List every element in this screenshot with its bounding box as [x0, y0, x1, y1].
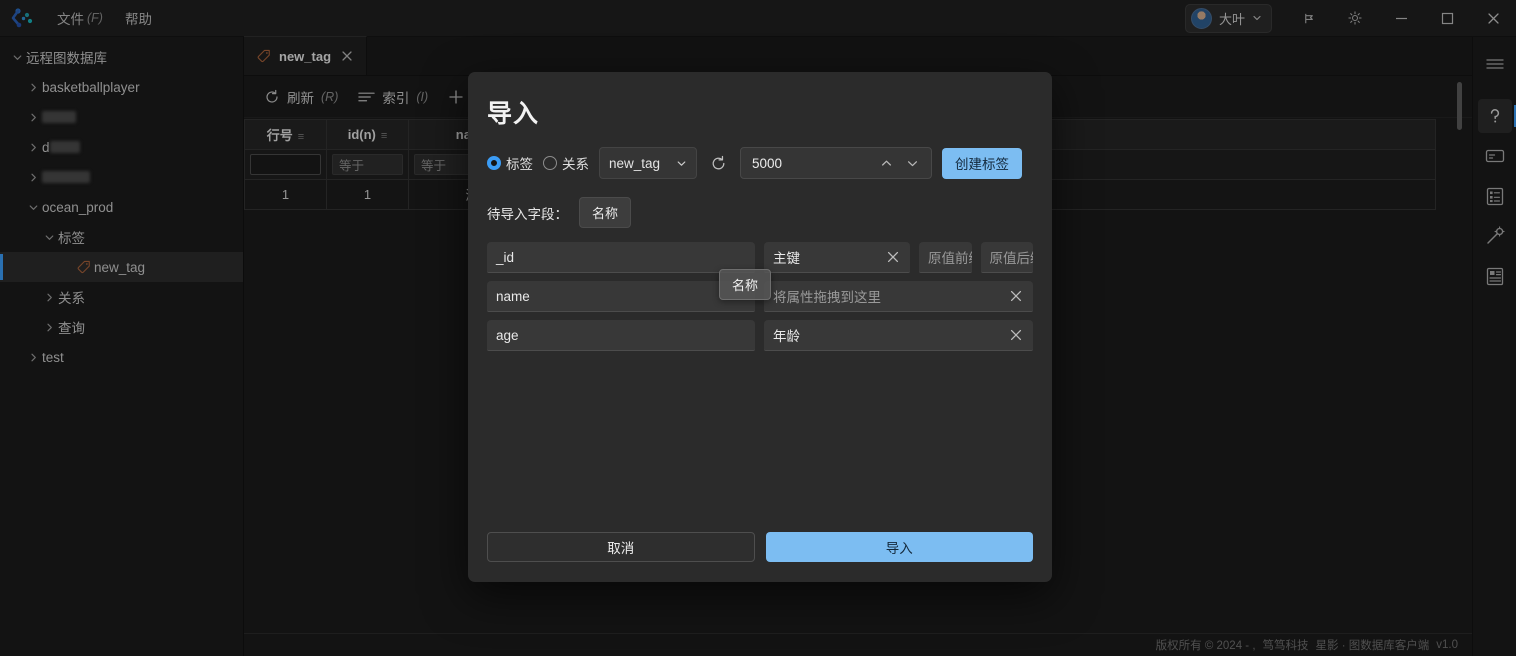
dialog-title: 导入 — [487, 94, 1052, 130]
radio-relation-indicator — [543, 156, 557, 170]
dialog-controls-row: 标签 关系 new_tag 5000 创建 — [487, 147, 1052, 179]
chevron-down-icon[interactable] — [899, 150, 925, 176]
mapping-target-label: 将属性拖拽到这里 — [773, 286, 881, 306]
refresh-icon[interactable] — [707, 152, 730, 175]
create-tag-button[interactable]: 创建标签 — [942, 148, 1022, 179]
mapping-source-field[interactable]: name — [487, 281, 755, 312]
extra-label: 原值前缀（可选） — [928, 247, 972, 267]
batch-size-input[interactable]: 5000 — [740, 147, 932, 179]
import-button[interactable]: 导入 — [766, 532, 1034, 562]
mapping-target-dropzone[interactable]: 将属性拖拽到这里 — [764, 281, 1033, 312]
radio-tag-label: 标签 — [506, 153, 533, 173]
mapping-target-label: 年龄 — [773, 325, 800, 345]
radio-option-relation[interactable]: 关系 — [543, 153, 589, 173]
mapping-target-dropzone[interactable]: 主键 — [764, 242, 910, 273]
mapping-target-dropzone[interactable]: 年龄 — [764, 320, 1033, 351]
mapping-source-label: name — [496, 289, 530, 304]
close-icon[interactable] — [1008, 288, 1024, 304]
value-suffix-input[interactable]: 原值后缀（可选） — [981, 242, 1034, 273]
close-icon[interactable] — [1008, 327, 1024, 343]
radio-relation-label: 关系 — [562, 153, 589, 173]
chevron-down-icon — [676, 158, 687, 169]
chevron-up-icon[interactable] — [873, 150, 899, 176]
fields-label: 待导入字段： — [487, 203, 568, 223]
field-chip-name[interactable]: 名称 — [579, 197, 631, 228]
tag-select-value: new_tag — [609, 156, 660, 171]
cancel-button[interactable]: 取消 — [487, 532, 755, 562]
close-icon[interactable] — [885, 249, 901, 265]
value-prefix-input[interactable]: 原值前缀（可选） — [919, 242, 972, 273]
field-mapping-area: _id主键原值前缀（可选）原值后缀（可选）name将属性拖拽到这里age年龄 名… — [487, 242, 1033, 532]
field-mapping-row: _id 主键 原值前缀（可选） 原值后缀（可选） — [487, 242, 1033, 273]
batch-size-value: 5000 — [752, 156, 873, 171]
mapping-source-field[interactable]: age — [487, 320, 755, 351]
field-mapping-row: age 年龄 — [487, 320, 1033, 351]
dialog-actions: 取消 导入 — [468, 532, 1052, 582]
extra-label: 原值后缀（可选） — [990, 247, 1034, 267]
field-mapping-row: name 将属性拖拽到这里 — [487, 281, 1033, 312]
mapping-source-field[interactable]: _id — [487, 242, 755, 273]
mapping-source-label: age — [496, 328, 519, 343]
import-dialog: 导入 标签 关系 new_tag 5000 — [468, 72, 1052, 582]
available-fields-row: 待导入字段： 名称 — [487, 197, 1052, 228]
tag-select[interactable]: new_tag — [599, 147, 697, 179]
mapping-source-label: _id — [496, 250, 514, 265]
radio-option-tag[interactable]: 标签 — [487, 153, 533, 173]
radio-tag-indicator — [487, 156, 501, 170]
mapping-target-label: 主键 — [773, 247, 800, 267]
